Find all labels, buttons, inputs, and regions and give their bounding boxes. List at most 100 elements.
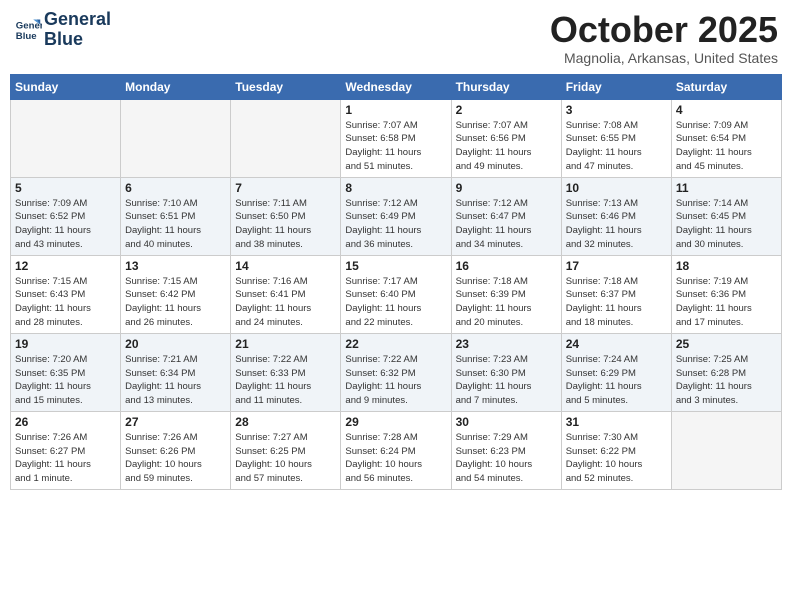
day-info: Sunrise: 7:26 AM Sunset: 6:27 PM Dayligh…: [15, 431, 116, 486]
day-info: Sunrise: 7:12 AM Sunset: 6:47 PM Dayligh…: [456, 197, 557, 252]
day-info: Sunrise: 7:24 AM Sunset: 6:29 PM Dayligh…: [566, 353, 667, 408]
day-number: 6: [125, 181, 226, 195]
day-number: 14: [235, 259, 336, 273]
calendar-table: SundayMondayTuesdayWednesdayThursdayFrid…: [10, 74, 782, 490]
calendar-cell: [671, 411, 781, 489]
day-number: 11: [676, 181, 777, 195]
calendar-cell: [231, 99, 341, 177]
calendar-cell: 29 Sunrise: 7:28 AM Sunset: 6:24 PM Dayli…: [341, 411, 451, 489]
day-info: Sunrise: 7:29 AM Sunset: 6:23 PM Dayligh…: [456, 431, 557, 486]
calendar-cell: 24 Sunrise: 7:24 AM Sunset: 6:29 PM Dayli…: [561, 333, 671, 411]
calendar-cell: 27 Sunrise: 7:26 AM Sunset: 6:26 PM Dayli…: [121, 411, 231, 489]
calendar-cell: 31Sunrise: 7:30 AM Sunset: 6:22 PM Dayli…: [561, 411, 671, 489]
calendar-cell: 22Sunrise: 7:22 AM Sunset: 6:32 PM Dayli…: [341, 333, 451, 411]
day-info: Sunrise: 7:12 AM Sunset: 6:49 PM Dayligh…: [345, 197, 446, 252]
day-number: 1: [345, 103, 446, 117]
day-number: 24: [566, 337, 667, 351]
week-row-5: 26 Sunrise: 7:26 AM Sunset: 6:27 PM Dayli…: [11, 411, 782, 489]
day-info: Sunrise: 7:08 AM Sunset: 6:55 PM Dayligh…: [566, 119, 667, 174]
day-info: Sunrise: 7:11 AM Sunset: 6:50 PM Dayligh…: [235, 197, 336, 252]
day-info: Sunrise: 7:14 AM Sunset: 6:45 PM Dayligh…: [676, 197, 777, 252]
day-number: 29: [345, 415, 446, 429]
day-info: Sunrise: 7:22 AM Sunset: 6:33 PM Dayligh…: [235, 353, 336, 408]
weekday-header-sunday: Sunday: [11, 74, 121, 99]
day-info: Sunrise: 7:21 AM Sunset: 6:34 PM Dayligh…: [125, 353, 226, 408]
day-number: 5: [15, 181, 116, 195]
calendar-cell: 30 Sunrise: 7:29 AM Sunset: 6:23 PM Dayli…: [451, 411, 561, 489]
weekday-header-saturday: Saturday: [671, 74, 781, 99]
day-number: 2: [456, 103, 557, 117]
day-number: 19: [15, 337, 116, 351]
calendar-cell: 13 Sunrise: 7:15 AM Sunset: 6:42 PM Dayli…: [121, 255, 231, 333]
day-number: 30: [456, 415, 557, 429]
calendar-cell: [121, 99, 231, 177]
calendar-cell: 20 Sunrise: 7:21 AM Sunset: 6:34 PM Dayli…: [121, 333, 231, 411]
day-number: 26: [15, 415, 116, 429]
day-number: 27: [125, 415, 226, 429]
day-number: 4: [676, 103, 777, 117]
day-info: Sunrise: 7:25 AM Sunset: 6:28 PM Dayligh…: [676, 353, 777, 408]
day-number: 20: [125, 337, 226, 351]
day-number: 16: [456, 259, 557, 273]
logo-icon: General Blue: [14, 16, 42, 44]
day-info: Sunrise: 7:28 AM Sunset: 6:24 PM Dayligh…: [345, 431, 446, 486]
day-number: 13: [125, 259, 226, 273]
weekday-header-row: SundayMondayTuesdayWednesdayThursdayFrid…: [11, 74, 782, 99]
weekday-header-wednesday: Wednesday: [341, 74, 451, 99]
day-info: Sunrise: 7:19 AM Sunset: 6:36 PM Dayligh…: [676, 275, 777, 330]
page-header: General Blue General Blue October 2025 M…: [10, 10, 782, 66]
day-number: 18: [676, 259, 777, 273]
day-number: 8: [345, 181, 446, 195]
day-number: 23: [456, 337, 557, 351]
day-info: Sunrise: 7:18 AM Sunset: 6:39 PM Dayligh…: [456, 275, 557, 330]
calendar-cell: 14 Sunrise: 7:16 AM Sunset: 6:41 PM Dayli…: [231, 255, 341, 333]
day-info: Sunrise: 7:09 AM Sunset: 6:52 PM Dayligh…: [15, 197, 116, 252]
day-number: 17: [566, 259, 667, 273]
weekday-header-monday: Monday: [121, 74, 231, 99]
calendar-cell: 15Sunrise: 7:17 AM Sunset: 6:40 PM Dayli…: [341, 255, 451, 333]
day-info: Sunrise: 7:22 AM Sunset: 6:32 PM Dayligh…: [345, 353, 446, 408]
week-row-1: 1Sunrise: 7:07 AM Sunset: 6:58 PM Daylig…: [11, 99, 782, 177]
day-number: 12: [15, 259, 116, 273]
title-block: October 2025 Magnolia, Arkansas, United …: [550, 10, 778, 66]
calendar-cell: 11 Sunrise: 7:14 AM Sunset: 6:45 PM Dayli…: [671, 177, 781, 255]
calendar-cell: 5 Sunrise: 7:09 AM Sunset: 6:52 PM Daylig…: [11, 177, 121, 255]
calendar-cell: 19 Sunrise: 7:20 AM Sunset: 6:35 PM Dayli…: [11, 333, 121, 411]
calendar-cell: 2 Sunrise: 7:07 AM Sunset: 6:56 PM Daylig…: [451, 99, 561, 177]
calendar-cell: 12 Sunrise: 7:15 AM Sunset: 6:43 PM Dayli…: [11, 255, 121, 333]
calendar-cell: 3Sunrise: 7:08 AM Sunset: 6:55 PM Daylig…: [561, 99, 671, 177]
day-info: Sunrise: 7:15 AM Sunset: 6:43 PM Dayligh…: [15, 275, 116, 330]
month-title: October 2025: [550, 10, 778, 50]
day-info: Sunrise: 7:26 AM Sunset: 6:26 PM Dayligh…: [125, 431, 226, 486]
day-info: Sunrise: 7:15 AM Sunset: 6:42 PM Dayligh…: [125, 275, 226, 330]
day-info: Sunrise: 7:27 AM Sunset: 6:25 PM Dayligh…: [235, 431, 336, 486]
week-row-2: 5 Sunrise: 7:09 AM Sunset: 6:52 PM Daylig…: [11, 177, 782, 255]
day-number: 21: [235, 337, 336, 351]
calendar-cell: 25 Sunrise: 7:25 AM Sunset: 6:28 PM Dayli…: [671, 333, 781, 411]
calendar-cell: 28Sunrise: 7:27 AM Sunset: 6:25 PM Dayli…: [231, 411, 341, 489]
weekday-header-friday: Friday: [561, 74, 671, 99]
calendar-cell: 21 Sunrise: 7:22 AM Sunset: 6:33 PM Dayli…: [231, 333, 341, 411]
week-row-4: 19 Sunrise: 7:20 AM Sunset: 6:35 PM Dayli…: [11, 333, 782, 411]
day-number: 25: [676, 337, 777, 351]
week-row-3: 12 Sunrise: 7:15 AM Sunset: 6:43 PM Dayli…: [11, 255, 782, 333]
day-number: 9: [456, 181, 557, 195]
calendar-cell: 18 Sunrise: 7:19 AM Sunset: 6:36 PM Dayli…: [671, 255, 781, 333]
weekday-header-tuesday: Tuesday: [231, 74, 341, 99]
calendar-cell: 8 Sunrise: 7:12 AM Sunset: 6:49 PM Daylig…: [341, 177, 451, 255]
day-info: Sunrise: 7:13 AM Sunset: 6:46 PM Dayligh…: [566, 197, 667, 252]
calendar-cell: 7Sunrise: 7:11 AM Sunset: 6:50 PM Daylig…: [231, 177, 341, 255]
calendar-cell: 26 Sunrise: 7:26 AM Sunset: 6:27 PM Dayli…: [11, 411, 121, 489]
day-info: Sunrise: 7:09 AM Sunset: 6:54 PM Dayligh…: [676, 119, 777, 174]
svg-text:Blue: Blue: [16, 31, 37, 42]
logo-text: General Blue: [44, 10, 111, 50]
calendar-cell: [11, 99, 121, 177]
calendar-cell: 1Sunrise: 7:07 AM Sunset: 6:58 PM Daylig…: [341, 99, 451, 177]
day-number: 31: [566, 415, 667, 429]
calendar-cell: 16 Sunrise: 7:18 AM Sunset: 6:39 PM Dayli…: [451, 255, 561, 333]
day-info: Sunrise: 7:07 AM Sunset: 6:56 PM Dayligh…: [456, 119, 557, 174]
day-info: Sunrise: 7:20 AM Sunset: 6:35 PM Dayligh…: [15, 353, 116, 408]
calendar-cell: 4 Sunrise: 7:09 AM Sunset: 6:54 PM Daylig…: [671, 99, 781, 177]
day-info: Sunrise: 7:16 AM Sunset: 6:41 PM Dayligh…: [235, 275, 336, 330]
day-number: 10: [566, 181, 667, 195]
